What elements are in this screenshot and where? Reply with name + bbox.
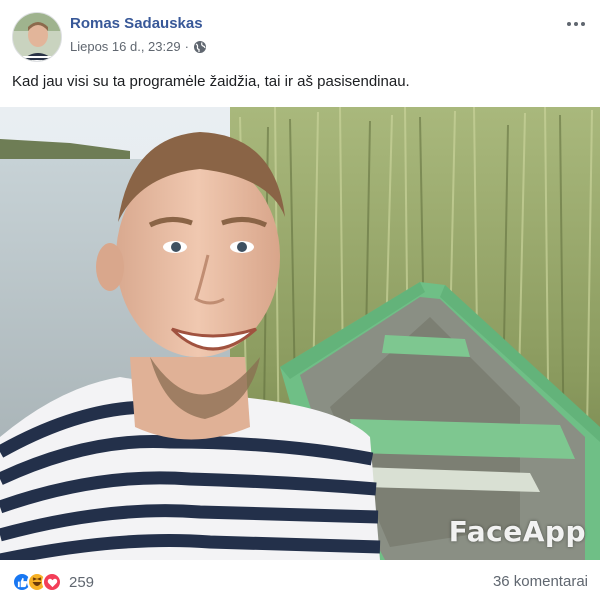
avatar[interactable] [12, 12, 62, 62]
author-name[interactable]: Romas Sadauskas [70, 15, 203, 32]
post-footer: 259 36 komentarai [0, 560, 600, 603]
more-dot [567, 22, 571, 26]
post-header: Romas Sadauskas Liepos 16 d., 23:29 · [0, 0, 600, 64]
love-icon [42, 572, 62, 592]
reaction-count[interactable]: 259 [69, 574, 94, 591]
more-dot [581, 22, 585, 26]
more-options-icon[interactable] [562, 12, 590, 36]
faceapp-watermark: FaceApp [448, 515, 586, 548]
post-text: Kad jau visi su ta programėle žaidžia, t… [12, 73, 410, 90]
globe-icon[interactable] [193, 40, 207, 54]
reactions-summary[interactable]: 259 [12, 572, 94, 592]
post-photo[interactable]: FaceApp [0, 107, 600, 560]
post-timestamp[interactable]: Liepos 16 d., 23:29 [70, 39, 181, 54]
post-meta: Liepos 16 d., 23:29 · [70, 39, 207, 54]
meta-separator: · [184, 39, 189, 54]
photo-scene [0, 107, 600, 560]
more-dot [574, 22, 578, 26]
comments-count[interactable]: 36 komentarai [493, 573, 588, 590]
